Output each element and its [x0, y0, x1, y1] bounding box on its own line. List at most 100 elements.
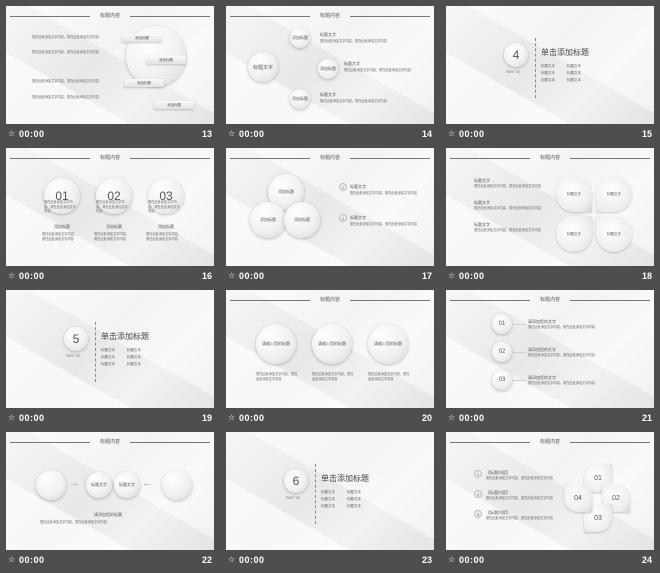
slide-meta: ☆ 00:00 13 — [6, 127, 214, 143]
slide-time: 00:00 — [459, 129, 485, 139]
divider — [130, 442, 210, 443]
connector — [512, 324, 526, 325]
star-icon: ☆ — [8, 555, 16, 564]
step-circle: 01 — [492, 314, 512, 334]
slide-thumb-19[interactable]: 5 PART 05 单击添加标题 标题文本 标题文本 标题文本 标题文本 标题文本标… — [6, 290, 214, 430]
body-text: 需在此处添加文字内容，需在此处添加文字内容 — [146, 232, 182, 241]
body-text: 需在此处添加文字内容，需在此处添加文字内容 — [474, 206, 541, 210]
connector — [512, 380, 526, 381]
slide-canvas: 标题内容 1 【标题内容】 需在此处添加文字内容，需在此处添加文字内容 2 【标… — [446, 432, 654, 550]
body-text: 需在此处添加文字内容，需在此处添加文字内容 — [32, 50, 99, 54]
section-title: 单击添加标题 — [101, 332, 149, 341]
slide-canvas: 标题内容 添加标题 添加标题 添加标题 1 标题文字 需在此处添加文字内容，需在… — [226, 148, 434, 266]
slide-thumb-14[interactable]: 标题内容 标题文字 添加标题 添加标题 添加标题 标题文字 需在此处添加文字内容… — [226, 6, 434, 146]
body-text: 需在此处添加文字内容，需在此处添加文字内容 — [312, 372, 354, 381]
flow-circle: 标题文字 — [114, 472, 140, 498]
ribbon-label: 添加标题 — [122, 34, 162, 42]
slide-number: 15 — [641, 129, 652, 139]
center-circle: 标题文字 — [248, 52, 278, 82]
slide-thumb-21[interactable]: 标题内容 01 请添加您的文字 需在此处添加文字内容，需在此处添加文字内容 02… — [446, 290, 654, 430]
divider — [350, 16, 430, 17]
slide-canvas: 6 PART 06 单击添加标题 标题文本 标题文本 标题文本 标题文本 标题文本标… — [226, 432, 434, 550]
slide-meta: ☆ 00:00 14 — [226, 127, 434, 143]
index-badge: 2 — [339, 214, 347, 222]
body-text: 需在此处添加文字内容，需在此处添加文字内容 — [40, 520, 107, 524]
ribbon-label: 添加标题 — [146, 56, 186, 64]
slide-meta: ☆ 00:00 18 — [446, 269, 654, 285]
arrow-left-icon: ⟵ — [144, 482, 152, 488]
item-title: 标题文字 — [344, 61, 360, 66]
body-text: 需在此处添加文字内容，需在此处添加文字内容 — [94, 232, 130, 241]
index-badge: 3 — [474, 510, 482, 518]
slide-canvas: 标题内容 01 请添加您的文字 需在此处添加文字内容，需在此处添加文字内容 02… — [446, 290, 654, 408]
slide-meta: ☆ 00:00 19 — [6, 411, 214, 427]
item-title: 标题文字 — [350, 184, 366, 189]
ribbon-label: 添加标题 — [124, 79, 164, 87]
slide-number: 22 — [201, 555, 212, 565]
divider — [95, 322, 96, 382]
body-text: 需在此处添加文字内容，需在此处添加文字内容 — [486, 496, 553, 500]
slide-meta: ☆ 00:00 21 — [446, 411, 654, 427]
step-circle: 03 — [492, 370, 512, 390]
item-title: 标题文字 — [320, 92, 336, 97]
slide-meta: ☆ 00:00 20 — [226, 411, 434, 427]
star-icon: ☆ — [448, 271, 456, 280]
slide-time: 00:00 — [19, 555, 45, 565]
body-text: 需在此处添加文字内容，需在此处添加文字内容 — [528, 381, 595, 385]
slide-meta: ☆ 00:00 15 — [446, 127, 654, 143]
star-icon: ☆ — [8, 413, 16, 422]
slide-meta: ☆ 00:00 22 — [6, 553, 214, 569]
slide-thumb-15[interactable]: 4 PART 04 单击添加标题 标题文本 标题文本 标题文本 标题文本 标题文本标… — [446, 6, 654, 146]
slide-thumb-18[interactable]: 标题内容 标题文字 需在此处添加文字内容，需在此处添加文字内容 标题文字 需在此… — [446, 148, 654, 288]
node-circle: 添加标题 — [318, 59, 338, 79]
slide-thumb-24[interactable]: 标题内容 1 【标题内容】 需在此处添加文字内容，需在此处添加文字内容 2 【标… — [446, 432, 654, 572]
star-icon: ☆ — [228, 413, 236, 422]
index-badge: 1 — [474, 470, 482, 478]
caption: 请添加您的标题 — [94, 512, 122, 517]
index-badge: 2 — [474, 490, 482, 498]
body-text: 需在此处添加文字内容，需在此处添加文字内容 — [44, 200, 76, 213]
slide-time: 00:00 — [239, 413, 265, 423]
slide-thumb-13[interactable]: 标题内容 需在此处添加文字内容，需在此处添加文字内容 需在此处添加文字内容，需在… — [6, 6, 214, 146]
petal-shape: 标题文字 — [556, 176, 592, 212]
slide-number: 17 — [421, 271, 432, 281]
slide-number: 13 — [201, 129, 212, 139]
slide-number: 21 — [641, 413, 652, 423]
flow-circle: 标题文字 — [86, 472, 112, 498]
step-circle: 02 — [492, 342, 512, 362]
slide-meta: ☆ 00:00 17 — [226, 269, 434, 285]
star-icon: ☆ — [228, 129, 236, 138]
slide-number: 18 — [641, 271, 652, 281]
slide-time: 00:00 — [239, 129, 265, 139]
slide-thumb-23[interactable]: 6 PART 06 单击添加标题 标题文本 标题文本 标题文本 标题文本 标题文本标… — [226, 432, 434, 572]
arrow-right-icon: ⟶ — [70, 482, 78, 488]
item-title: 添加标题 — [106, 224, 122, 229]
slide-thumb-20[interactable]: 标题内容 请输入您的标题 请输入您的标题 请输入您的标题 需在此处添加文字内容，… — [226, 290, 434, 430]
slide-canvas: 标题内容 需在此处添加文字内容，需在此处添加文字内容 需在此处添加文字内容，需在… — [6, 6, 214, 124]
slide-number: 23 — [421, 555, 432, 565]
body-text: 需在此处添加文字内容，需在此处添加文字内容 — [256, 372, 298, 381]
step-circle: 请输入您的标题 — [368, 324, 408, 364]
body-text: 需在此处添加文字内容，需在此处添加文字内容 — [350, 191, 417, 195]
slide-thumb-16[interactable]: 标题内容 01 02 03 需在此处添加文字内容，需在此处添加文字内容 需在此处… — [6, 148, 214, 288]
divider — [130, 158, 210, 159]
section-number: 6 — [284, 469, 308, 493]
slide-canvas: 标题内容 ⟶ 标题文字 标题文字 ⟵ 请添加您的标题 需在此处添加文字内容，需在… — [6, 432, 214, 550]
divider — [535, 38, 536, 98]
star-icon: ☆ — [448, 129, 456, 138]
divider — [315, 464, 316, 524]
body-text: 需在此处添加文字内容，需在此处添加文字内容 — [528, 325, 595, 329]
petal-shape: 标题文字 — [596, 176, 632, 212]
slide-thumb-17[interactable]: 标题内容 添加标题 添加标题 添加标题 1 标题文字 需在此处添加文字内容，需在… — [226, 148, 434, 288]
venn-circle: 添加标题 — [250, 202, 286, 238]
body-text: 需在此处添加文字内容，需在此处添加文字内容 — [42, 232, 78, 241]
star-icon: ☆ — [228, 271, 236, 280]
item-title: 标题文字 — [320, 32, 336, 37]
slide-time: 00:00 — [19, 271, 45, 281]
item-title: 添加标题 — [158, 224, 174, 229]
slide-time: 00:00 — [459, 413, 485, 423]
star-icon: ☆ — [8, 129, 16, 138]
slide-thumb-22[interactable]: 标题内容 ⟶ 标题文字 标题文字 ⟵ 请添加您的标题 需在此处添加文字内容，需在… — [6, 432, 214, 572]
body-text: 需在此处添加文字内容，需在此处添加文字内容 — [344, 68, 411, 72]
slide-number: 16 — [201, 271, 212, 281]
